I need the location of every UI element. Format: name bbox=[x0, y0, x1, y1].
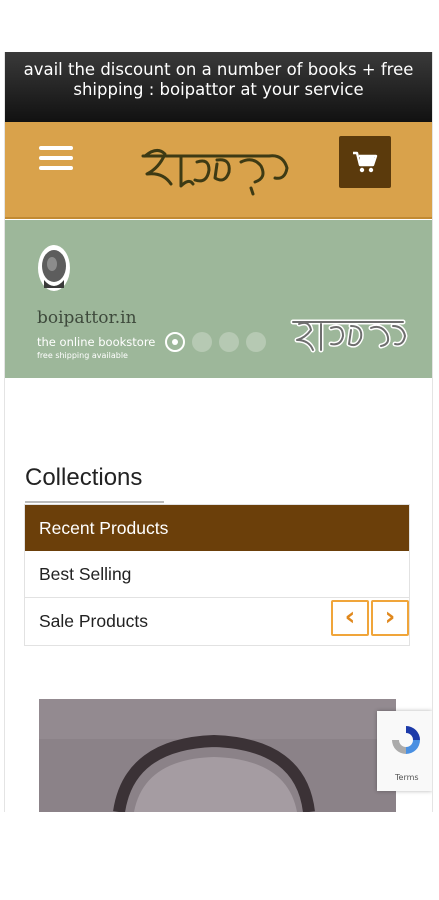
recaptcha-terms[interactable]: Terms bbox=[395, 773, 419, 782]
carousel-next-button[interactable]: › bbox=[371, 600, 409, 636]
slider-dot-3[interactable] bbox=[219, 332, 239, 352]
product-photo bbox=[39, 699, 396, 812]
site-logo[interactable] bbox=[137, 138, 297, 200]
slider-dot-1[interactable] bbox=[165, 332, 185, 352]
hamburger-icon[interactable] bbox=[39, 146, 73, 172]
recaptcha-badge[interactable]: Terms bbox=[377, 711, 432, 791]
banner-shipping-note: free shipping available bbox=[37, 351, 128, 360]
tab-best-selling[interactable]: Best Selling bbox=[25, 551, 409, 597]
author-avatar bbox=[38, 245, 70, 291]
chevron-left-icon: ‹ bbox=[344, 602, 356, 632]
tab-recent-products[interactable]: Recent Products bbox=[25, 505, 409, 551]
collections-tabs: Recent Products Best Selling Sale Produc… bbox=[24, 504, 410, 646]
announcement-line-2: shipping : boipattor at your service bbox=[73, 80, 364, 99]
collections-title: Collections bbox=[25, 464, 143, 491]
banner-logo bbox=[290, 319, 408, 353]
cart-icon bbox=[353, 151, 378, 173]
title-underline bbox=[25, 501, 164, 503]
announcement-line-1: avail the discount on a number of books … bbox=[23, 60, 414, 79]
recaptcha-icon bbox=[392, 726, 420, 754]
chevron-right-icon: › bbox=[384, 602, 396, 632]
page-frame: avail the discount on a number of books … bbox=[4, 52, 433, 812]
cart-button[interactable] bbox=[339, 136, 391, 188]
site-header bbox=[5, 122, 432, 219]
carousel-prev-button[interactable]: ‹ bbox=[331, 600, 369, 636]
banner-site-name: boipattor.in bbox=[37, 308, 137, 328]
banner-tagline: the online bookstore bbox=[37, 335, 156, 349]
slider-dot-4[interactable] bbox=[246, 332, 266, 352]
slider-dot-2[interactable] bbox=[192, 332, 212, 352]
announcement-bar: avail the discount on a number of books … bbox=[5, 52, 432, 122]
hero-banner[interactable]: boipattor.in the online bookstore free s… bbox=[5, 220, 432, 378]
product-image[interactable] bbox=[39, 699, 396, 812]
